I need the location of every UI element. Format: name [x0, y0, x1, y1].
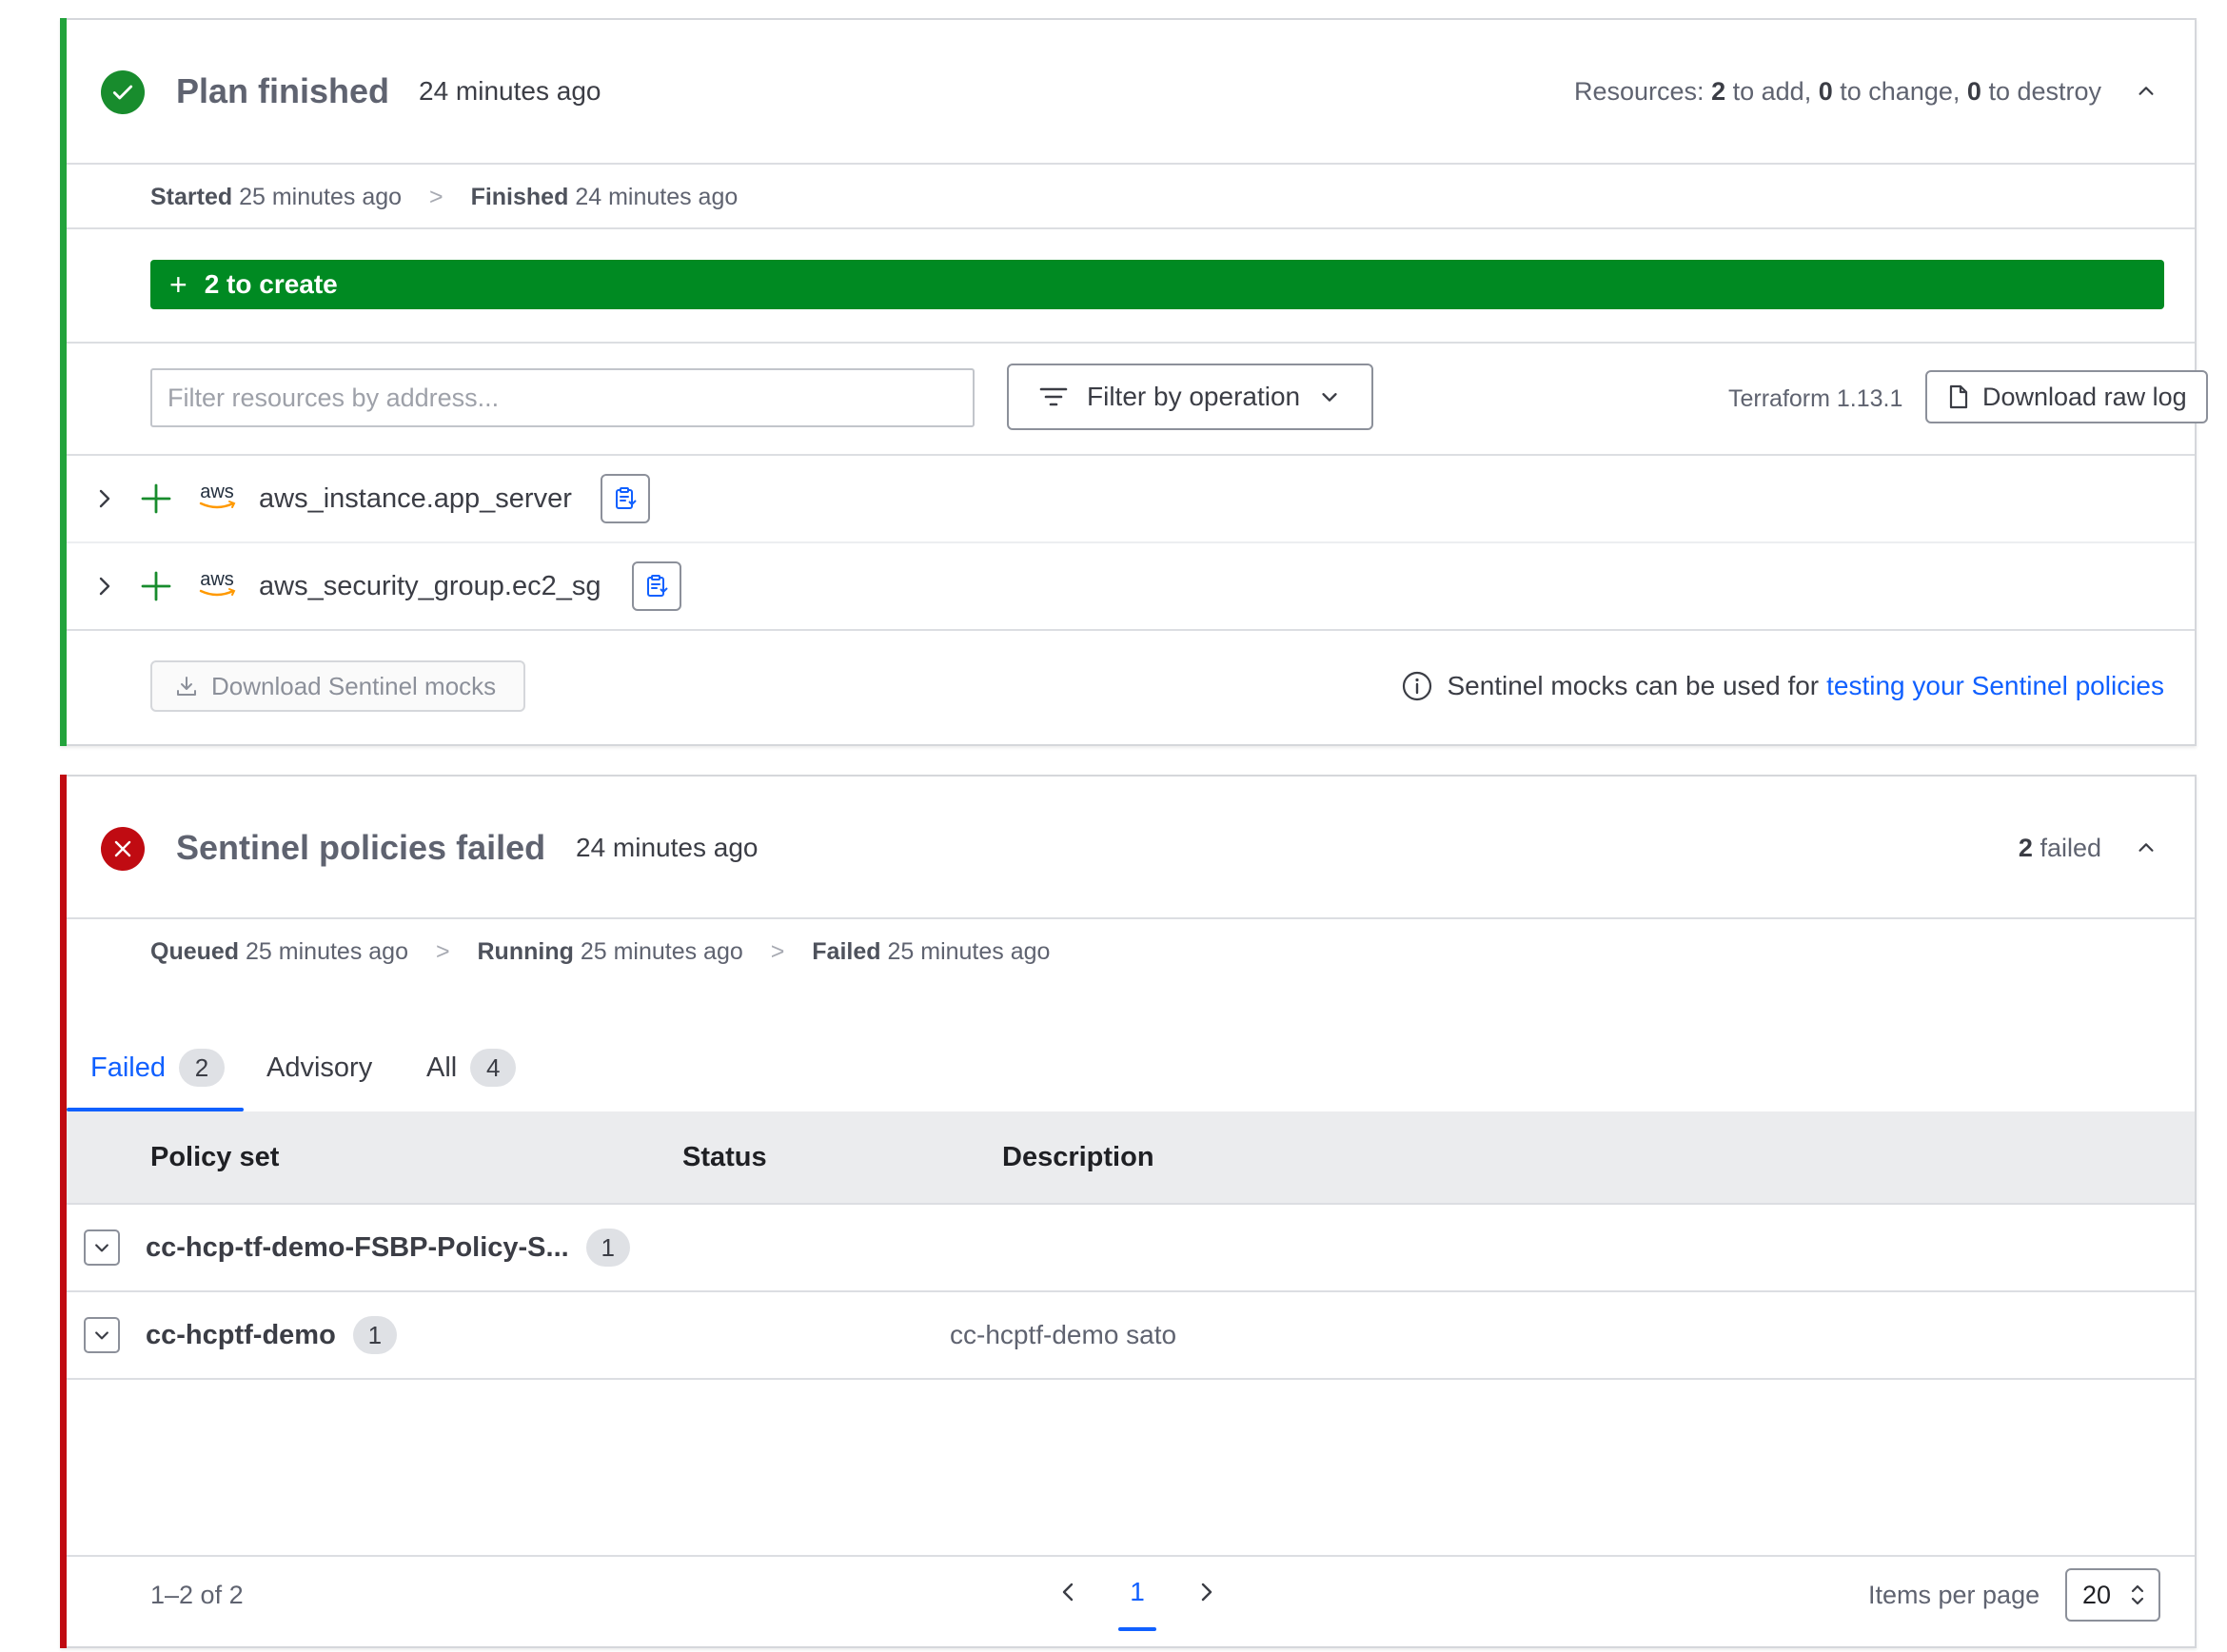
- tab-failed[interactable]: Failed 2: [90, 1028, 225, 1108]
- create-summary-bar: + 2 to create: [150, 260, 2164, 309]
- table-row[interactable]: cc-hcptf-demo 1 cc-hcptf-demo sato: [67, 1292, 2195, 1378]
- chevron-down-icon: [1322, 393, 1337, 402]
- items-per-page-label: Items per page: [1868, 1581, 2040, 1609]
- policy-tabs: Failed 2 Advisory All 4: [67, 1028, 2195, 1111]
- plan-timeline: Started 25 minutes ago > Finished 24 min…: [150, 184, 739, 210]
- plus-icon: +: [169, 266, 187, 302]
- download-raw-log-button[interactable]: Download raw log: [1925, 370, 2208, 423]
- divider: [67, 1378, 2195, 1380]
- plan-title: Plan finished: [176, 71, 390, 110]
- divider: [67, 917, 2195, 919]
- error-circle-icon: [101, 827, 145, 871]
- sentinel-timeline: Queued 25 minutes ago > Running 25 minut…: [150, 938, 1051, 965]
- divider: [67, 342, 2195, 344]
- policy-description: cc-hcptf-demo sato: [950, 1320, 1177, 1349]
- aws-logo-icon: aws: [195, 481, 239, 518]
- tab-count-badge: 2: [179, 1049, 225, 1087]
- chevron-down-icon: [95, 1244, 108, 1252]
- filter-by-operation-label: Filter by operation: [1087, 382, 1301, 411]
- resource-row[interactable]: aws aws_security_group.ec2_sg: [67, 543, 2195, 629]
- plan-panel: Plan finished 24 minutes ago Resources: …: [60, 18, 2208, 746]
- divider: [67, 227, 2195, 229]
- resource-address: aws_instance.app_server: [259, 482, 572, 514]
- filter-by-operation-dropdown[interactable]: Filter by operation: [1007, 364, 1373, 430]
- clipboard-icon: [647, 575, 668, 597]
- sentinel-mocks-info: Sentinel mocks can be used for testing y…: [1401, 670, 2164, 702]
- tab-all[interactable]: All 4: [426, 1028, 517, 1108]
- failed-summary: 2 failed: [2018, 833, 2101, 862]
- table-row[interactable]: cc-hcp-tf-demo-FSBP-Policy-S... 1: [67, 1205, 2195, 1290]
- pagination: 1: [1050, 1561, 1240, 1631]
- plus-create-icon: [141, 571, 171, 601]
- chevron-right-icon[interactable]: [95, 576, 114, 597]
- sentinel-time: 24 minutes ago: [576, 833, 759, 862]
- sentinel-panel: Sentinel policies failed 24 minutes ago …: [60, 775, 2197, 1648]
- policy-count-badge: 1: [352, 1316, 397, 1354]
- sort-chevrons-icon: [2131, 1584, 2144, 1605]
- divider: [67, 629, 2195, 631]
- create-summary-label: 2 to create: [204, 269, 338, 299]
- clipboard-copy-button[interactable]: [601, 474, 650, 523]
- download-icon: [177, 677, 196, 696]
- collapse-chevron-up-icon[interactable]: [2136, 81, 2157, 102]
- run-details-page: Plan finished 24 minutes ago Resources: …: [0, 0, 2227, 1652]
- plan-header[interactable]: Plan finished 24 minutes ago Resources: …: [67, 20, 2195, 163]
- clipboard-icon: [616, 487, 637, 509]
- check-circle-icon: [101, 70, 145, 114]
- policy-count-badge: 1: [585, 1229, 630, 1267]
- current-page-indicator: [1118, 1627, 1156, 1631]
- plan-time: 24 minutes ago: [419, 76, 601, 106]
- sentinel-header[interactable]: Sentinel policies failed 24 minutes ago …: [67, 777, 2195, 919]
- table-header: Policy set Status Description: [67, 1111, 2195, 1203]
- resources-summary: Resources: 2 to add, 0 to change, 0 to d…: [1574, 76, 2101, 106]
- sentinel-mocks-info-text: Sentinel mocks can be used for: [1447, 671, 1820, 700]
- expand-row-button[interactable]: [84, 1229, 120, 1266]
- svg-text:aws: aws: [200, 482, 234, 502]
- chevron-right-icon[interactable]: [95, 488, 114, 509]
- file-icon: [1949, 384, 1968, 409]
- sentinel-title: Sentinel policies failed: [176, 828, 546, 867]
- expand-row-button[interactable]: [84, 1317, 120, 1353]
- info-icon: [1403, 671, 1432, 701]
- svg-text:aws: aws: [200, 569, 234, 590]
- pagination-range: 1–2 of 2: [150, 1581, 244, 1609]
- filter-icon: [1039, 387, 1068, 406]
- policy-set-name: cc-hcp-tf-demo-FSBP-Policy-S... 1: [146, 1205, 630, 1290]
- divider: [67, 163, 2195, 165]
- testing-sentinel-policies-link[interactable]: testing your Sentinel policies: [1826, 671, 2164, 701]
- divider: [67, 1555, 2195, 1557]
- filter-resources-input[interactable]: [150, 368, 975, 427]
- resource-address: aws_security_group.ec2_sg: [259, 570, 601, 601]
- clipboard-copy-button[interactable]: [632, 561, 681, 611]
- aws-logo-icon: aws: [195, 568, 239, 605]
- policy-set-name: cc-hcptf-demo 1: [146, 1292, 397, 1378]
- download-sentinel-mocks-label: Download Sentinel mocks: [211, 671, 497, 700]
- download-sentinel-mocks-button[interactable]: Download Sentinel mocks: [150, 660, 525, 712]
- items-per-page-select[interactable]: 20: [2065, 1568, 2160, 1622]
- chevron-down-icon: [95, 1331, 108, 1340]
- previous-page-icon[interactable]: [1050, 1561, 1088, 1623]
- download-raw-log-label: Download raw log: [1982, 382, 2187, 411]
- terraform-version: Terraform 1.13.1: [1728, 385, 1903, 412]
- collapse-chevron-up-icon[interactable]: [2136, 837, 2157, 858]
- resource-row[interactable]: aws aws_instance.app_server: [67, 456, 2195, 541]
- tab-advisory[interactable]: Advisory: [266, 1028, 372, 1108]
- tab-count-badge: 4: [470, 1049, 517, 1087]
- column-header-policy-set: Policy set: [150, 1141, 280, 1172]
- page-number-current[interactable]: 1: [1118, 1561, 1156, 1623]
- column-header-description: Description: [1002, 1141, 1154, 1172]
- column-header-status: Status: [682, 1141, 767, 1172]
- next-page-icon[interactable]: [1187, 1561, 1225, 1623]
- plus-create-icon: [141, 483, 171, 514]
